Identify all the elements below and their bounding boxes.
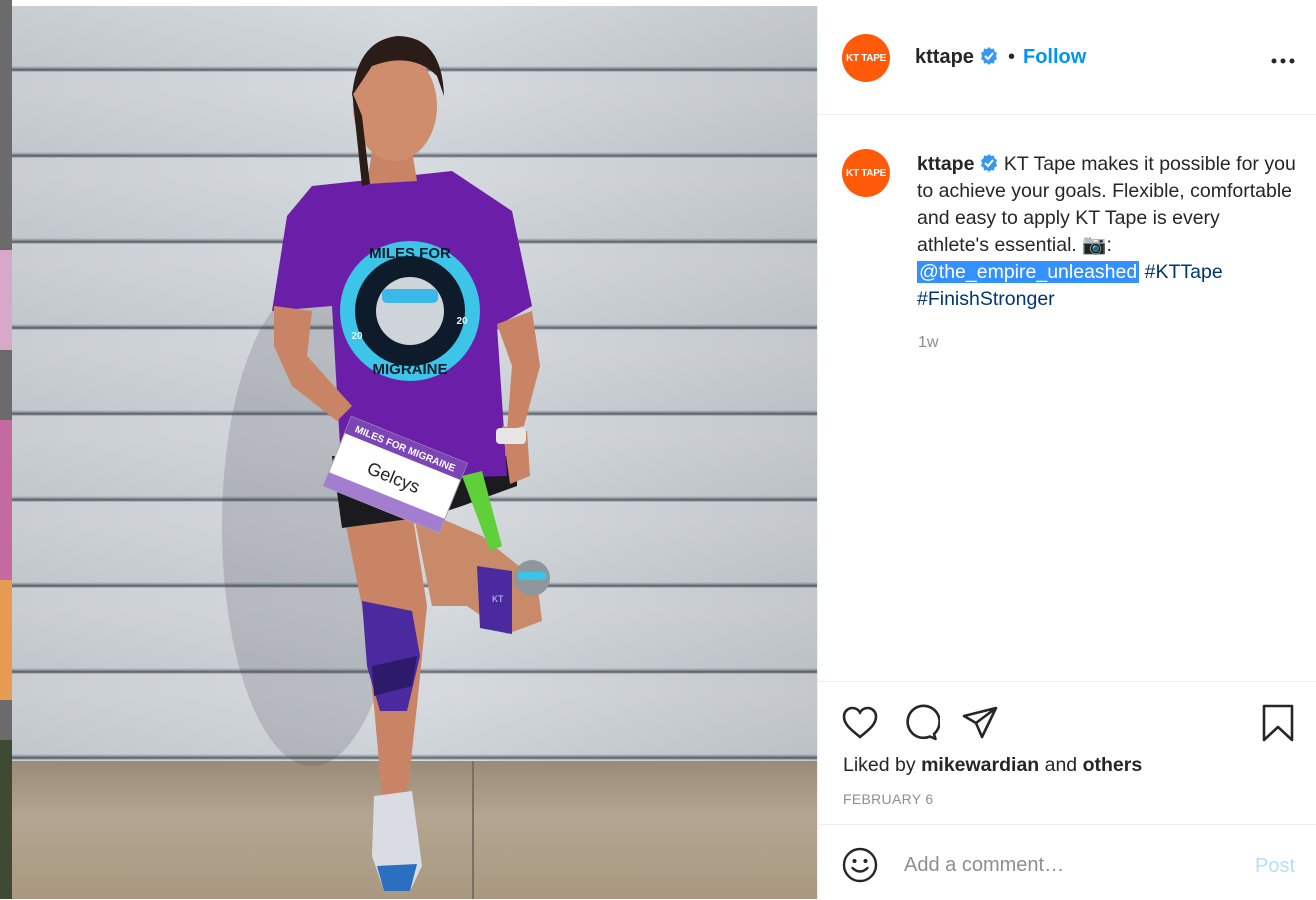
liked-by-others[interactable]: others [1083, 754, 1143, 776]
author-username-text[interactable]: kttape [915, 46, 974, 68]
hashtag-link[interactable]: #KTTape [1145, 261, 1223, 283]
runner-figure: MILES FOR MIGRAINE 20 20 MILES FOR MIGRA… [222, 36, 550, 891]
more-options-icon[interactable] [1271, 58, 1295, 64]
follow-button[interactable]: Follow [1023, 46, 1086, 69]
caption-avatar-text: KT TAPE [846, 167, 886, 179]
shirt-year-right: 20 [456, 316, 468, 327]
comment-input[interactable] [902, 847, 1226, 883]
post-header: KT TAPE kttape • Follow [818, 6, 1316, 115]
caption-verified-icon [981, 154, 998, 172]
bookmark-icon[interactable] [1258, 703, 1298, 743]
verified-badge-icon [980, 47, 997, 65]
comment-bar: Post [818, 824, 1316, 900]
author-avatar[interactable]: KT TAPE [842, 34, 890, 82]
liked-by-mid: and [1039, 754, 1083, 776]
post-photo[interactable]: MILES FOR MIGRAINE 20 20 MILES FOR MIGRA… [12, 6, 817, 899]
header-separator: • [1008, 46, 1016, 68]
post-side-panel: KT TAPE kttape • Follow KT TAPE kttape K… [817, 6, 1316, 899]
comment-icon[interactable] [900, 703, 940, 743]
caption-timestamp[interactable]: 1w [918, 334, 938, 352]
caption-username[interactable]: kttape [917, 153, 974, 175]
likes-summary: Liked by mikewardian and others [843, 754, 1142, 777]
share-icon[interactable] [960, 703, 1000, 743]
post-caption: kttape KT Tape makes it possible for you… [917, 151, 1297, 313]
shirt-text-bottom: MIGRAINE [373, 361, 448, 378]
post-actions: Liked by mikewardian and others FEBRUARY… [818, 681, 1316, 825]
post-comment-button[interactable]: Post [1255, 855, 1295, 878]
background-behind-modal [0, 0, 12, 899]
avatar-logo-text: KT TAPE [846, 52, 886, 64]
liked-by-prefix: Liked by [843, 754, 922, 776]
shirt-year-left: 20 [351, 331, 363, 342]
shirt-text-top: MILES FOR [369, 245, 451, 262]
caption-avatar[interactable]: KT TAPE [842, 149, 890, 197]
hashtag-link[interactable]: #FinishStronger [917, 288, 1055, 310]
tape-logo: KT [492, 594, 504, 604]
heart-icon[interactable] [840, 703, 880, 743]
emoji-icon[interactable] [842, 847, 878, 883]
post-date[interactable]: FEBRUARY 6 [843, 791, 933, 807]
mention-link[interactable]: @the_empire_unleashed [917, 261, 1140, 283]
author-username[interactable]: kttape [915, 46, 998, 69]
liked-by-user[interactable]: mikewardian [921, 754, 1039, 776]
